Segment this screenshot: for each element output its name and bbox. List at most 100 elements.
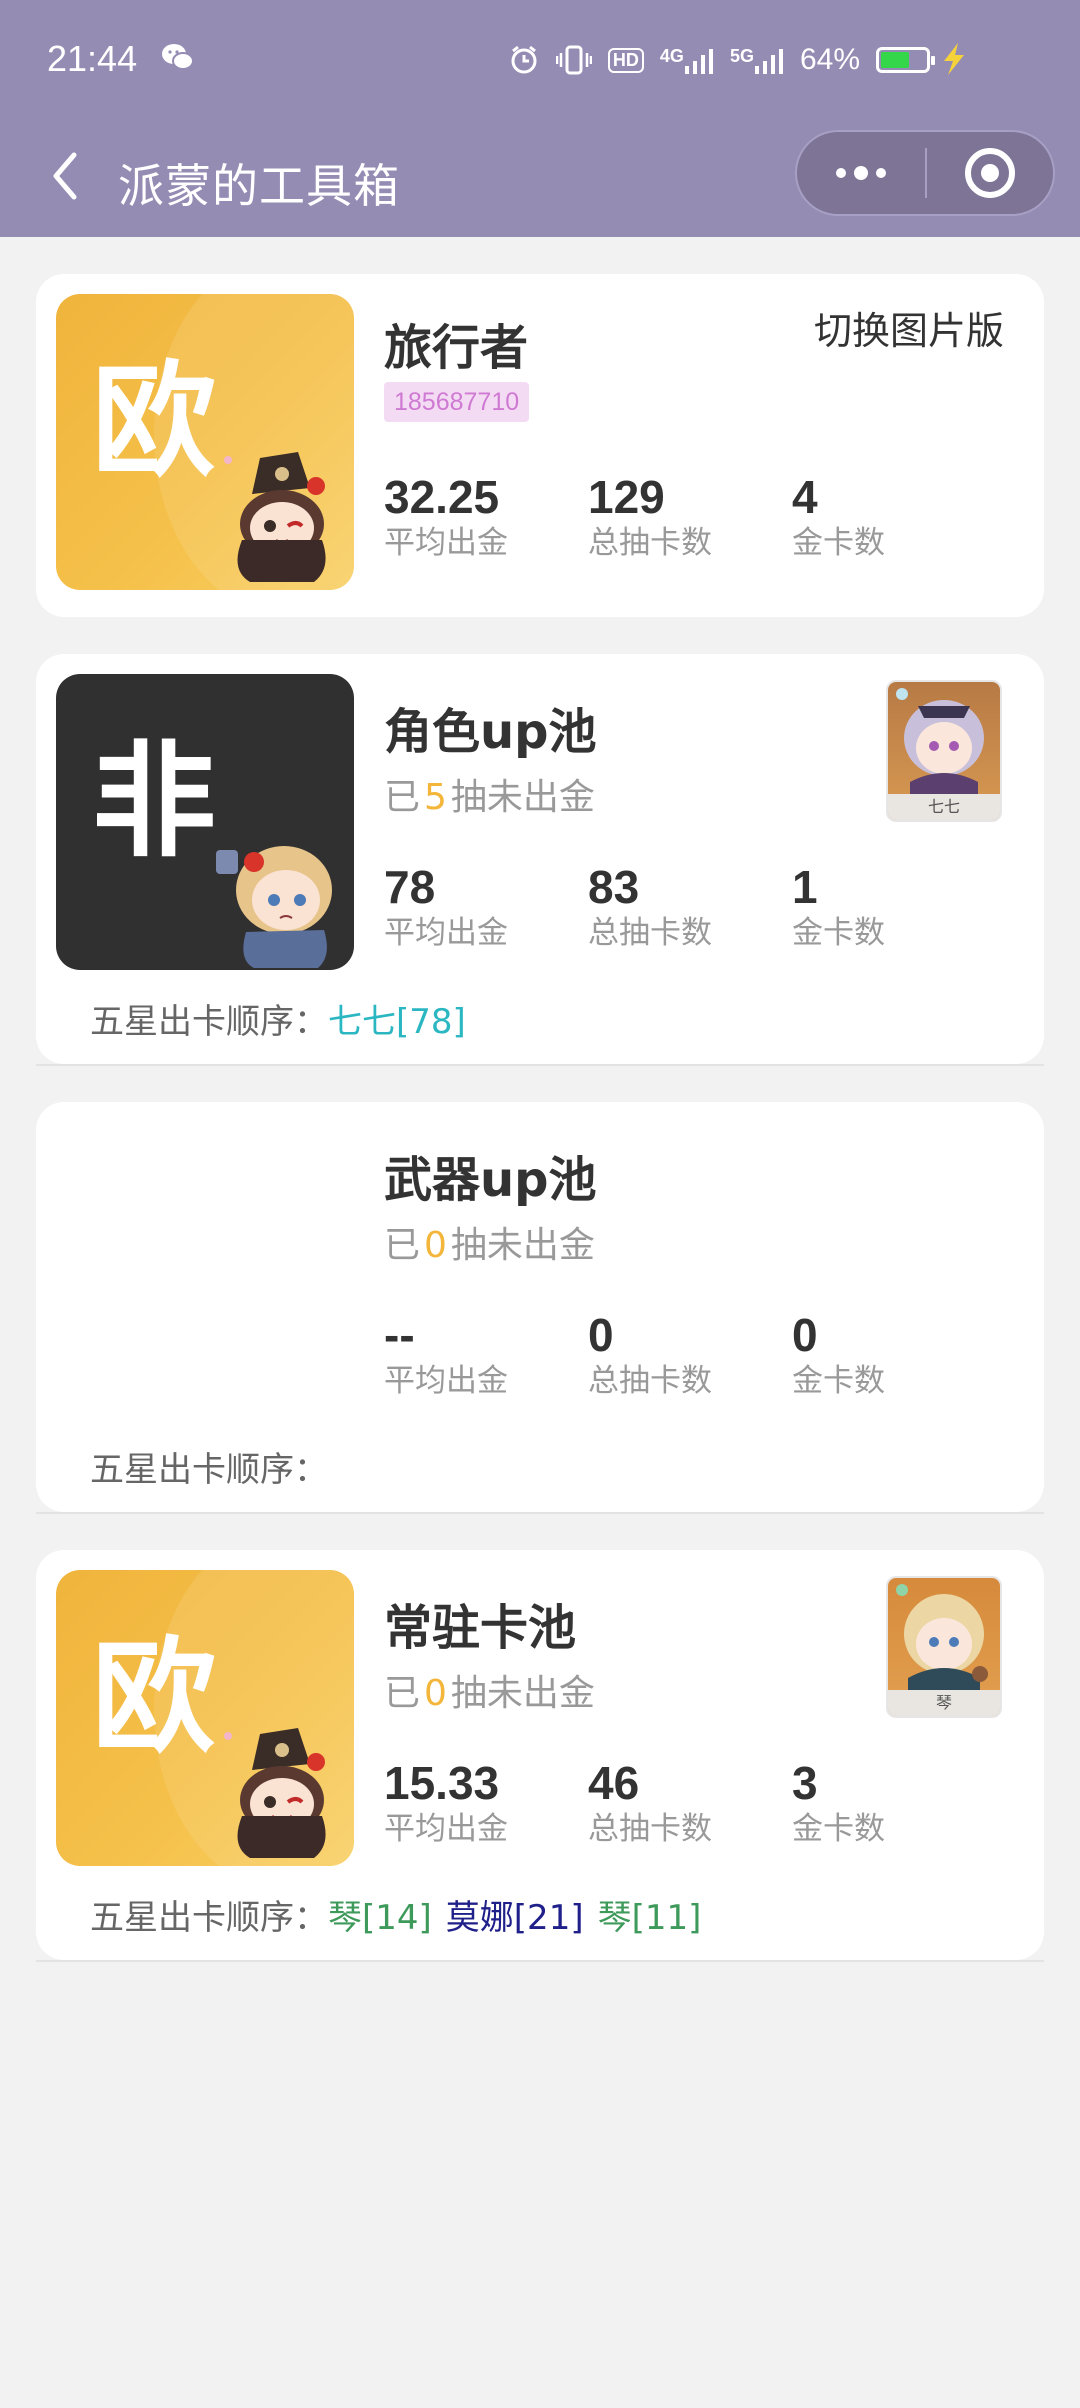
wechat-icon <box>162 44 194 70</box>
switch-image-version-link[interactable]: 切换图片版 <box>814 300 1004 355</box>
order-entry: 莫娜[21] <box>445 1898 584 1938</box>
order-entry: 七七[78] <box>328 1002 466 1042</box>
stat-value: 0 <box>588 1309 614 1361</box>
stat-value: 4 <box>792 471 818 523</box>
stat-value: 46 <box>588 1757 640 1809</box>
stat-label: 金卡数 <box>792 915 885 951</box>
signal-5g-label: 5G <box>729 46 754 66</box>
stat-value: 78 <box>384 861 436 913</box>
since-prefix: 已 <box>384 777 421 818</box>
battery-icon <box>876 47 935 73</box>
avatar-name: 七七 <box>888 794 1000 820</box>
card-divider <box>36 1512 1044 1514</box>
stat-avg: 15.33 平均出金 <box>384 1760 508 1845</box>
stat-gold: 4 金卡数 <box>792 474 885 559</box>
signal-4g-icon: 4G <box>660 46 714 74</box>
page-title: 派蒙的工具箱 <box>118 159 400 213</box>
since-gold-line: 已 0 抽未出金 <box>384 1216 595 1268</box>
stat-gold: 3 金卡数 <box>792 1760 885 1845</box>
badge-text: 欧 <box>92 350 217 494</box>
stat-label: 总抽卡数 <box>588 525 712 561</box>
hutao-chibi-icon <box>224 452 326 582</box>
stat-value: 15.33 <box>384 1757 500 1809</box>
since-count: 5 <box>424 777 447 818</box>
signal-bars-icon <box>754 49 783 74</box>
mini-program-capsule <box>795 130 1055 216</box>
stat-label: 总抽卡数 <box>588 1811 712 1847</box>
since-suffix: 抽未出金 <box>450 777 595 818</box>
jean-portrait-icon <box>896 1584 988 1690</box>
stat-label: 总抽卡数 <box>588 915 712 951</box>
pool-card-character: 非 角色up池 已 5 抽未出金 七七 78 平均出金 83 总抽卡数 1 金卡… <box>36 654 1044 1064</box>
uid-tag: 185687710 <box>384 382 530 422</box>
more-dots-icon <box>836 166 886 180</box>
stat-avg: 78 平均出金 <box>384 864 508 949</box>
status-time: 21:44 <box>47 38 138 79</box>
nav-bar: 派蒙的工具箱 <box>0 120 1080 237</box>
stat-label: 总抽卡数 <box>588 1363 712 1399</box>
stat-total: 129 总抽卡数 <box>588 474 712 559</box>
five-star-order: 五星出卡顺序： <box>90 1442 328 1491</box>
pool-card-weapon: 武器up池 已 0 抽未出金 -- 平均出金 0 总抽卡数 0 金卡数 五星出卡顺序… <box>36 1102 1044 1512</box>
since-prefix: 已 <box>384 1225 421 1266</box>
luck-badge: 欧 <box>56 294 354 590</box>
order-label: 五星出卡顺序： <box>90 1450 328 1490</box>
stat-total: 0 总抽卡数 <box>588 1312 712 1397</box>
chevron-left-icon <box>53 152 77 200</box>
back-button[interactable] <box>40 144 90 208</box>
signal-4g-label: 4G <box>659 46 684 66</box>
stat-label: 平均出金 <box>384 525 508 561</box>
battery-percent: 64% <box>799 43 860 76</box>
charging-bolt-icon <box>944 43 964 75</box>
stat-avg: 32.25 平均出金 <box>384 474 508 559</box>
luck-badge: 非 <box>56 674 354 970</box>
stat-gold: 0 金卡数 <box>792 1312 885 1397</box>
since-suffix: 抽未出金 <box>450 1225 595 1266</box>
jean-chibi-icon <box>216 846 332 968</box>
since-gold-line: 已 5 抽未出金 <box>384 768 595 820</box>
order-label: 五星出卡顺序： <box>90 1898 328 1938</box>
vibrate-icon <box>555 45 592 75</box>
stat-value: 1 <box>792 861 818 913</box>
stat-label: 金卡数 <box>792 525 885 561</box>
pool-title: 角色up池 <box>384 704 597 760</box>
app-header: 21:44 HD 4G 5G 64% 派蒙的工具箱 <box>0 0 1080 237</box>
character-avatar[interactable]: 琴 <box>888 1578 1000 1716</box>
stat-value: 0 <box>792 1309 818 1361</box>
since-count: 0 <box>424 1225 447 1266</box>
badge-text: 欧 <box>92 1626 217 1770</box>
badge-text: 非 <box>92 730 217 874</box>
stat-value: 129 <box>588 471 665 523</box>
pool-title: 常驻卡池 <box>384 1600 577 1656</box>
stat-value: 3 <box>792 1757 818 1809</box>
target-icon <box>965 148 1015 198</box>
battery-fill <box>881 52 910 68</box>
card-divider <box>36 1960 1044 1962</box>
order-entry: 琴[11] <box>597 1898 702 1938</box>
status-icons: HD 4G 5G 64% <box>508 40 935 80</box>
since-count: 0 <box>424 1673 447 1714</box>
more-button[interactable] <box>797 132 925 214</box>
five-star-order: 五星出卡顺序：琴[14] 莫娜[21] 琴[11] <box>90 1890 715 1939</box>
stat-label: 平均出金 <box>384 1363 508 1399</box>
card-divider <box>36 1064 1044 1066</box>
close-mini-program-button[interactable] <box>927 132 1053 214</box>
status-bar: 21:44 HD 4G 5G 64% <box>0 0 1080 120</box>
stat-label: 平均出金 <box>384 915 508 951</box>
stat-gold: 1 金卡数 <box>792 864 885 949</box>
qiqi-portrait-icon <box>896 688 984 794</box>
stat-value: 83 <box>588 861 640 913</box>
stat-total: 83 总抽卡数 <box>588 864 712 949</box>
player-name: 旅行者 <box>384 320 529 376</box>
hutao-chibi-icon <box>224 1728 326 1858</box>
signal-bars-icon <box>684 49 713 74</box>
character-avatar[interactable]: 七七 <box>888 682 1000 820</box>
stat-label: 平均出金 <box>384 1811 508 1847</box>
avatar-name: 琴 <box>888 1690 1000 1716</box>
since-suffix: 抽未出金 <box>450 1673 595 1714</box>
pool-card-standard: 欧 常驻卡池 已 0 抽未出金 琴 15.33 平均出金 46 总抽卡数 3 金… <box>36 1550 1044 1960</box>
stat-label: 金卡数 <box>792 1811 885 1847</box>
order-label: 五星出卡顺序： <box>90 1002 328 1042</box>
signal-5g-icon: 5G <box>730 46 784 74</box>
stat-value: 32.25 <box>384 471 500 523</box>
